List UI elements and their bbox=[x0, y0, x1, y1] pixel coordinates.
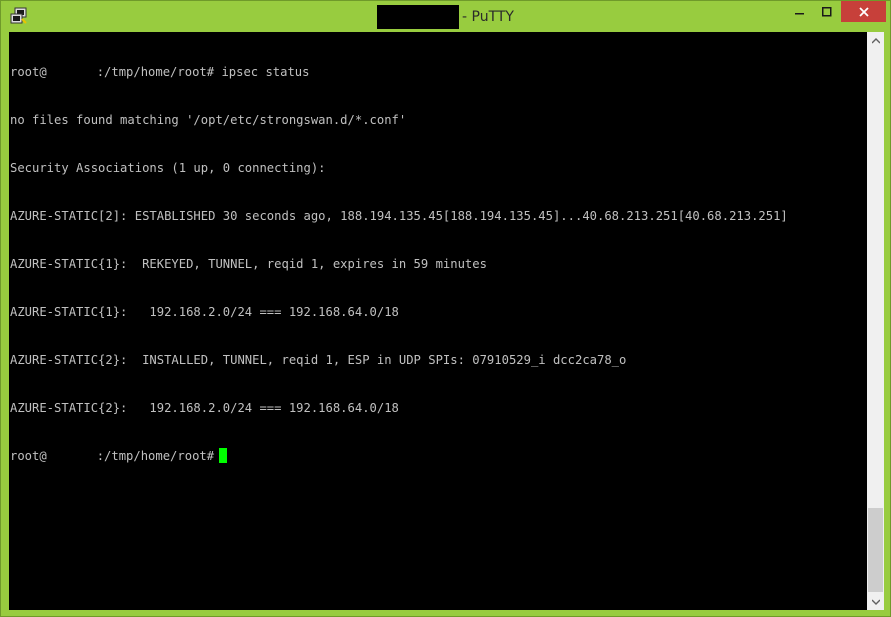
output-line: AZURE-STATIC{1}: 192.168.2.0/24 === 192.… bbox=[10, 305, 399, 319]
scroll-down-button[interactable] bbox=[867, 593, 884, 610]
window-title: - PuTTY bbox=[1, 1, 890, 32]
title-bar[interactable]: - PuTTY bbox=[1, 1, 890, 32]
output-line: AZURE-STATIC[2]: ESTABLISHED 30 seconds … bbox=[10, 209, 788, 223]
prompt-path: :/tmp/home/root# bbox=[96, 449, 215, 463]
close-icon bbox=[858, 6, 869, 17]
command-text: ipsec status bbox=[221, 65, 310, 79]
putty-window: - PuTTY root@ :/tmp/home/root# ipsec stat… bbox=[0, 0, 891, 617]
window-title-text: - PuTTY bbox=[462, 8, 514, 25]
output-line: AZURE-STATIC{2}: INSTALLED, TUNNEL, reqi… bbox=[10, 353, 627, 367]
output-line: Security Associations (1 up, 0 connectin… bbox=[10, 161, 326, 175]
scrollbar-thumb[interactable] bbox=[868, 508, 883, 592]
output-line: no files found matching '/opt/etc/strong… bbox=[10, 113, 407, 127]
terminal-output[interactable]: root@ :/tmp/home/root# ipsec status no fi… bbox=[9, 32, 867, 610]
scroll-up-button[interactable] bbox=[867, 32, 884, 49]
prompt-line[interactable]: root@ :/tmp/home/root# bbox=[9, 448, 867, 464]
minimize-button[interactable] bbox=[786, 1, 813, 22]
output-line: AZURE-STATIC{2}: 192.168.2.0/24 === 192.… bbox=[10, 401, 399, 415]
redacted-hostname bbox=[377, 4, 459, 29]
vertical-scrollbar[interactable] bbox=[867, 32, 884, 610]
prompt-path: :/tmp/home/root# bbox=[96, 65, 215, 79]
chevron-up-icon bbox=[871, 37, 880, 43]
chevron-down-icon bbox=[871, 599, 880, 605]
close-button[interactable] bbox=[841, 1, 886, 22]
prompt-user: root@ bbox=[10, 65, 47, 79]
putty-icon[interactable] bbox=[10, 7, 28, 25]
maximize-button[interactable] bbox=[813, 1, 840, 22]
prompt-user: root@ bbox=[10, 449, 47, 463]
minimize-icon bbox=[794, 12, 804, 14]
command-line: root@ :/tmp/home/root# ipsec status bbox=[9, 64, 867, 80]
output-line: AZURE-STATIC{1}: REKEYED, TUNNEL, reqid … bbox=[10, 257, 487, 271]
terminal-cursor bbox=[219, 448, 228, 463]
maximize-icon bbox=[821, 6, 831, 16]
